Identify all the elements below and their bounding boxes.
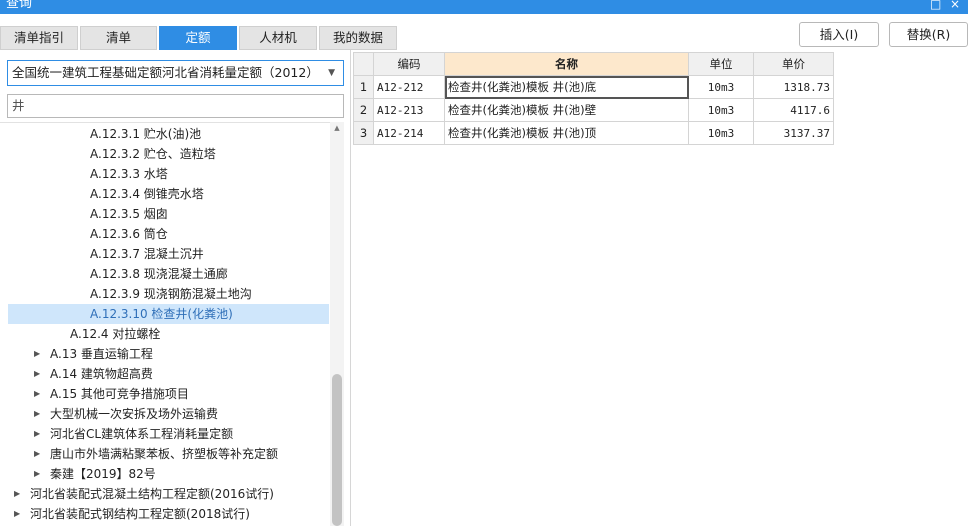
column-header-code[interactable]: 编码 (373, 52, 445, 76)
tree-item[interactable]: ▶ 河北省装配式混凝土结构工程定额(2016试行) (8, 484, 329, 504)
tree-item-label: A.12.3.1 贮水(油)池 (90, 127, 202, 141)
tree-item-label: A.12.3.4 倒锥壳水塔 (90, 187, 204, 201)
tree-item[interactable]: ▶ A.14 建筑物超高费 (8, 364, 329, 384)
row-number: 1 (353, 75, 374, 99)
tab-bill-guide[interactable]: 清单指引 (0, 26, 78, 50)
cell-code[interactable]: A12-213 (373, 98, 445, 122)
tree-item-label: 河北省装配式钢结构工程定额(2018试行) (30, 507, 250, 521)
tree-item-label: A.12.3.8 现浇混凝土通廊 (90, 267, 228, 281)
row-number-header (353, 52, 374, 76)
expand-arrow-icon[interactable]: ▶ (34, 424, 40, 444)
search-input[interactable]: 井 (7, 94, 344, 118)
tree-item[interactable]: A.12.3.8 现浇混凝土通廊 (8, 264, 329, 284)
tree-item[interactable]: A.12.4 对拉螺栓 (8, 324, 329, 344)
cell-name[interactable]: 检查井(化粪池)模板 井(池)底 (444, 75, 689, 99)
cell-name[interactable]: 检查井(化粪池)模板 井(池)顶 (444, 121, 689, 145)
tree-item[interactable]: ▶ A.15 其他可竞争措施项目 (8, 384, 329, 404)
tab-labor-material-machine[interactable]: 人材机 (239, 26, 317, 50)
tree-item-label: 秦建【2019】82号 (50, 467, 156, 481)
expand-arrow-icon[interactable]: ▶ (34, 464, 40, 484)
scroll-thumb[interactable] (332, 374, 342, 526)
tree-scrollbar[interactable]: ▲ (330, 122, 344, 526)
window-titlebar: 查询 □ × (0, 0, 968, 14)
tree-item-label: A.12.3.9 现浇钢筋混凝土地沟 (90, 287, 252, 301)
tree-item-label: A.12.4 对拉螺栓 (70, 327, 161, 341)
expand-arrow-icon[interactable]: ▶ (14, 484, 20, 504)
expand-arrow-icon[interactable]: ▶ (34, 344, 40, 364)
replace-button[interactable]: 替换(R) (889, 22, 968, 47)
expand-arrow-icon[interactable]: ▶ (14, 504, 20, 524)
insert-button[interactable]: 插入(I) (799, 22, 879, 47)
quota-tree: A.12.3.1 贮水(油)池 A.12.3.2 贮仓、造粒塔 A.12.3.3… (0, 122, 344, 526)
tree-item-label: A.12.3.6 筒仓 (90, 227, 168, 241)
chevron-down-icon[interactable]: ▼ (328, 61, 335, 85)
tree-item-label: 河北省装配式混凝土结构工程定额(2016试行) (30, 487, 274, 501)
tree-item-label: A.15 其他可竞争措施项目 (50, 387, 189, 401)
tree-item[interactable]: A.12.3.3 水塔 (8, 164, 329, 184)
tree-item-label: A.12.3.7 混凝土沉井 (90, 247, 204, 261)
cell-unit[interactable]: 10m3 (688, 75, 754, 99)
expand-arrow-icon[interactable]: ▶ (34, 364, 40, 384)
expand-arrow-icon[interactable]: ▶ (34, 404, 40, 424)
tree-item-label: A.12.3.10 检查井(化粪池) (90, 307, 233, 321)
quota-result-table: 编码 名称 单位 单价 1 A12-212 检查井(化粪池)模板 井(池)底 1… (353, 52, 834, 145)
tree-item-selected[interactable]: A.12.3.10 检查井(化粪池) (8, 304, 329, 324)
row-number: 3 (353, 121, 374, 145)
tree-item[interactable]: ▶ 大型机械一次安拆及场外运输费 (8, 404, 329, 424)
tree-item[interactable]: ▶ 河北省CL建筑体系工程消耗量定额 (8, 424, 329, 444)
tree-item[interactable]: A.12.3.7 混凝土沉井 (8, 244, 329, 264)
tree-item[interactable]: ▶ A.13 垂直运输工程 (8, 344, 329, 364)
tree-item-label: A.13 垂直运输工程 (50, 347, 153, 361)
quota-library-value: 全国统一建筑工程基础定额河北省消耗量定额（2012） (12, 65, 319, 80)
tree-item-label: 唐山市外墙满粘聚苯板、挤塑板等补充定额 (50, 447, 279, 461)
tree-item[interactable]: ▶ 河北省装配式钢结构工程定额(2018试行) (8, 504, 329, 524)
cell-code[interactable]: A12-212 (373, 75, 445, 99)
quota-library-select[interactable]: 全国统一建筑工程基础定额河北省消耗量定额（2012） ▼ (7, 60, 344, 86)
expand-arrow-icon[interactable]: ▶ (34, 444, 40, 464)
tab-quota[interactable]: 定额 (159, 26, 237, 50)
tree-item-label: 河北省CL建筑体系工程消耗量定额 (50, 427, 234, 441)
table-header-row: 编码 名称 单位 单价 (353, 52, 834, 76)
tree-item-label: 大型机械一次安拆及场外运输费 (50, 407, 219, 421)
tree-item[interactable]: ▶ 唐山市外墙满粘聚苯板、挤塑板等补充定额 (8, 444, 329, 464)
close-icon[interactable]: × (950, 0, 960, 12)
tree-item[interactable]: A.12.3.1 贮水(油)池 (8, 124, 329, 144)
result-panel: 编码 名称 单位 单价 1 A12-212 检查井(化粪池)模板 井(池)底 1… (350, 50, 968, 526)
cell-price[interactable]: 4117.6 (753, 98, 834, 122)
expand-arrow-icon[interactable]: ▶ (34, 384, 40, 404)
column-header-name[interactable]: 名称 (444, 52, 689, 76)
tree-item[interactable]: A.12.3.9 现浇钢筋混凝土地沟 (8, 284, 329, 304)
table-row[interactable]: 1 A12-212 检查井(化粪池)模板 井(池)底 10m3 1318.73 (353, 75, 834, 99)
cell-name[interactable]: 检查井(化粪池)模板 井(池)壁 (444, 98, 689, 122)
row-number: 2 (353, 98, 374, 122)
tree-item[interactable]: A.12.3.2 贮仓、造粒塔 (8, 144, 329, 164)
tree-item-label: A.12.3.5 烟囱 (90, 207, 168, 221)
table-row[interactable]: 3 A12-214 检查井(化粪池)模板 井(池)顶 10m3 3137.37 (353, 121, 834, 145)
cell-unit[interactable]: 10m3 (688, 121, 754, 145)
tab-my-data[interactable]: 我的数据 (319, 26, 397, 50)
restore-icon[interactable]: □ (930, 0, 941, 12)
tree-item-label: A.12.3.3 水塔 (90, 167, 168, 181)
column-header-price[interactable]: 单价 (753, 52, 834, 76)
left-panel: 全国统一建筑工程基础定额河北省消耗量定额（2012） ▼ 井 A.12.3.1 … (0, 50, 350, 526)
tree-item[interactable]: A.12.3.6 筒仓 (8, 224, 329, 244)
table-row[interactable]: 2 A12-213 检查井(化粪池)模板 井(池)壁 10m3 4117.6 (353, 98, 834, 122)
tab-bill[interactable]: 清单 (80, 26, 157, 50)
tree-item-label: A.14 建筑物超高费 (50, 367, 153, 381)
tree-item[interactable]: ▶ 秦建【2019】82号 (8, 464, 329, 484)
tree-item[interactable]: A.12.3.4 倒锥壳水塔 (8, 184, 329, 204)
scroll-up-icon[interactable]: ▲ (330, 122, 344, 134)
window-title: 查询 (6, 0, 33, 11)
cell-price[interactable]: 3137.37 (753, 121, 834, 145)
tree-item[interactable]: A.12.3.5 烟囱 (8, 204, 329, 224)
cell-unit[interactable]: 10m3 (688, 98, 754, 122)
cell-price[interactable]: 1318.73 (753, 75, 834, 99)
column-header-unit[interactable]: 单位 (688, 52, 754, 76)
cell-code[interactable]: A12-214 (373, 121, 445, 145)
tree-item-label: A.12.3.2 贮仓、造粒塔 (90, 147, 216, 161)
